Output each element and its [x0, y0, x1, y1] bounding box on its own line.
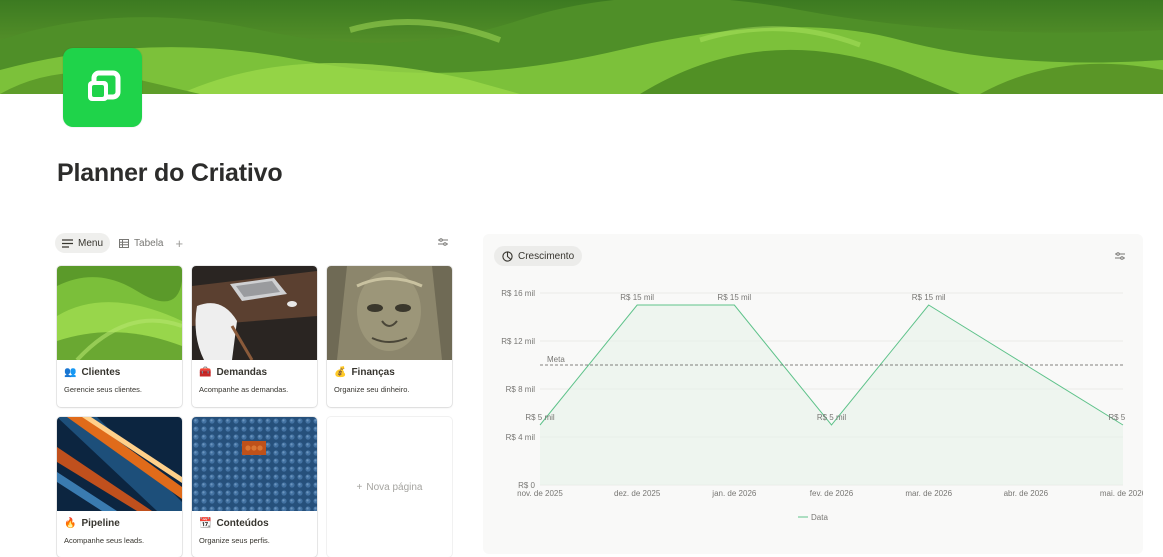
card-financas[interactable]: 💰 Finanças Organize seu dinheiro.: [327, 266, 452, 407]
legend-label: Data: [811, 513, 828, 522]
data-label: R$ 15 mil: [620, 293, 654, 302]
tab-menu-label: Menu: [78, 238, 103, 249]
plus-icon: +: [357, 482, 363, 493]
x-tick-label: jan. de 2026: [711, 489, 757, 498]
green-hills-thumb: [57, 266, 182, 360]
tab-menu[interactable]: Menu: [55, 233, 110, 253]
card-title: 🧰 Demandas: [192, 360, 317, 381]
data-label: R$ 5 mil: [817, 413, 847, 422]
light-streaks-thumb: [57, 417, 182, 511]
card-name: Demandas: [216, 367, 267, 378]
fire-icon: 🔥: [64, 518, 76, 529]
data-label: R$ 5 mil: [525, 413, 555, 422]
card-title: 💰 Finanças: [327, 360, 452, 381]
lego-plate-thumb: [192, 417, 317, 511]
card-name: Finanças: [351, 367, 394, 378]
tab-tabela[interactable]: Tabela: [112, 233, 170, 253]
x-tick-label: mai. de 2026: [1100, 489, 1143, 498]
toolbox-icon: 🧰: [199, 367, 211, 378]
page-icon[interactable]: [63, 48, 142, 127]
page-cover[interactable]: [0, 0, 1163, 94]
green-hills-cover-image: [0, 0, 1163, 94]
y-tick-label: R$ 4 mil: [506, 433, 536, 442]
x-tick-label: abr. de 2026: [1004, 489, 1049, 498]
x-tick-label: nov. de 2025: [517, 489, 563, 498]
y-tick-label: R$ 8 mil: [506, 385, 536, 394]
y-tick-label: R$ 16 mil: [501, 289, 535, 298]
card-title: 👥 Clientes: [57, 360, 182, 381]
tab-tabela-label: Tabela: [134, 238, 163, 249]
copy-squares-icon: [83, 68, 123, 108]
data-label: R$ 15 mil: [912, 293, 946, 302]
data-label: R$ 5 mil: [1108, 413, 1138, 422]
settings-sliders-icon[interactable]: [438, 238, 448, 246]
y-tick-label: R$ 12 mil: [501, 337, 535, 346]
add-view-button[interactable]: +: [175, 236, 183, 251]
money-bag-icon: 💰: [334, 367, 346, 378]
card-description: Gerencie seus clientes.: [57, 381, 182, 402]
new-page-label: Nova página: [366, 482, 422, 493]
calendar-icon: 📆: [199, 518, 211, 529]
x-tick-label: mar. de 2026: [905, 489, 952, 498]
dollar-bill-thumb: [327, 266, 452, 360]
card-description: Organize seu dinheiro.: [327, 381, 452, 402]
card-description: Acompanhe as demandas.: [192, 381, 317, 402]
page-title: Planner do Criativo: [57, 159, 282, 188]
table-icon: [119, 239, 129, 248]
new-page-button[interactable]: + Nova página: [327, 417, 452, 557]
card-name: Pipeline: [81, 518, 119, 529]
card-name: Clientes: [81, 367, 120, 378]
people-icon: 👥: [64, 367, 76, 378]
x-tick-label: fev. de 2026: [810, 489, 854, 498]
desk-laptop-chair-thumb: [192, 266, 317, 360]
card-conteudos[interactable]: 📆 Conteúdos Organize seus perfis.: [192, 417, 317, 557]
data-label: R$ 15 mil: [717, 293, 751, 302]
menu-lines-icon: [62, 239, 73, 248]
card-demandas[interactable]: 🧰 Demandas Acompanhe as demandas.: [192, 266, 317, 407]
card-pipeline[interactable]: 🔥 Pipeline Acompanhe seus leads.: [57, 417, 182, 557]
card-clientes[interactable]: 👥 Clientes Gerencie seus clientes.: [57, 266, 182, 407]
card-title: 📆 Conteúdos: [192, 511, 317, 532]
series-area: [540, 305, 1123, 485]
goal-label: Meta: [547, 355, 565, 364]
card-title: 🔥 Pipeline: [57, 511, 182, 532]
card-name: Conteúdos: [216, 518, 268, 529]
view-tabs: Menu Tabela +: [55, 233, 183, 253]
growth-chart: R$ 0R$ 4 milR$ 8 milR$ 12 milR$ 16 mil M…: [483, 234, 1143, 543]
x-tick-label: dez. de 2025: [614, 489, 661, 498]
